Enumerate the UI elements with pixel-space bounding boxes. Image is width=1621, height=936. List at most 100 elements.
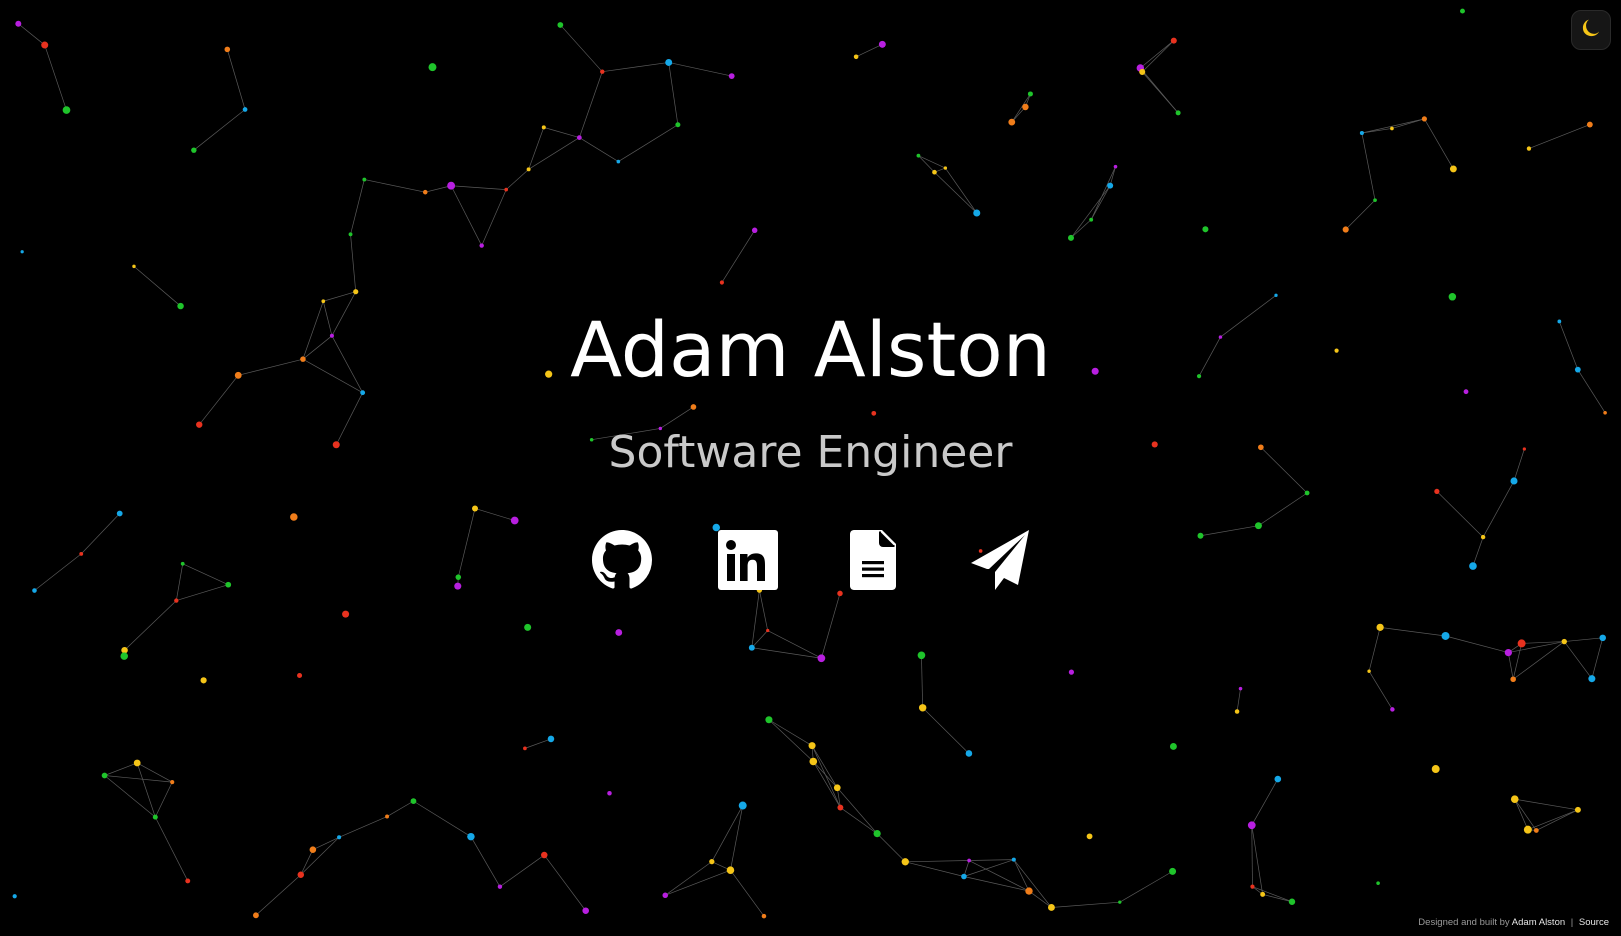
particle-dot xyxy=(1022,103,1029,111)
particle-dot xyxy=(1250,884,1255,889)
particle-dot xyxy=(1169,742,1177,750)
particle-link xyxy=(922,707,970,754)
particle-link xyxy=(450,185,483,246)
particle-dot xyxy=(234,371,242,379)
particle-dot xyxy=(709,859,715,865)
particle-link xyxy=(364,179,426,193)
particle-dot xyxy=(1517,639,1526,648)
particle-dot xyxy=(510,516,519,525)
particle-link xyxy=(837,787,878,834)
contact-link[interactable] xyxy=(970,529,1030,591)
particle-link xyxy=(300,837,340,875)
particle-dot xyxy=(1342,226,1349,233)
particle-dot xyxy=(1025,887,1033,895)
theme-toggle-button[interactable] xyxy=(1571,10,1611,50)
particle-dot xyxy=(133,759,141,767)
particle-dot xyxy=(1107,182,1114,189)
particle-link xyxy=(193,109,246,151)
particle-dot xyxy=(1086,833,1093,840)
particle-dot xyxy=(191,147,197,153)
paper-plane-icon xyxy=(969,529,1031,591)
particle-link xyxy=(154,816,189,882)
particle-dot xyxy=(1258,444,1264,451)
particle-link xyxy=(1236,688,1241,712)
particle-dot xyxy=(447,181,456,190)
particle-dot xyxy=(557,22,564,28)
particle-dot xyxy=(967,858,971,863)
particle-link xyxy=(470,836,501,887)
particle-dot xyxy=(1304,490,1310,496)
github-link[interactable] xyxy=(591,529,652,591)
particle-dot xyxy=(479,243,484,248)
particle-dot xyxy=(918,704,927,712)
linkedin-icon xyxy=(717,530,778,590)
particle-dot xyxy=(1510,477,1518,485)
particle-link xyxy=(730,869,765,917)
particle-link xyxy=(133,266,181,307)
particle-dot xyxy=(523,746,527,751)
particle-dot xyxy=(1067,234,1074,241)
particle-dot xyxy=(582,907,589,915)
particle-dot xyxy=(932,169,937,175)
particle-link xyxy=(154,781,173,818)
particle-dot xyxy=(719,280,724,285)
particle-dot xyxy=(297,871,305,878)
particle-dot xyxy=(1170,37,1177,44)
particle-dot xyxy=(1238,686,1243,691)
particle-dot xyxy=(873,830,881,838)
particle-link xyxy=(1090,185,1111,220)
particle-link xyxy=(1591,637,1604,679)
document-icon xyxy=(849,530,898,590)
particle-dot xyxy=(337,835,342,840)
particle-dot xyxy=(1586,121,1593,128)
particle-dot xyxy=(1274,293,1278,297)
particle-link xyxy=(182,563,229,586)
particle-dot xyxy=(738,801,747,810)
particle-dot xyxy=(1011,857,1016,862)
particle-dot xyxy=(300,356,306,362)
particle-link xyxy=(1051,901,1120,908)
particle-link xyxy=(668,62,732,77)
particle-dot xyxy=(541,125,546,130)
particle-link xyxy=(665,869,731,896)
linkedin-link[interactable] xyxy=(717,529,778,591)
particle-link xyxy=(18,23,45,46)
particle-link xyxy=(1507,652,1514,680)
particle-link xyxy=(602,62,669,73)
particle-dot xyxy=(309,846,317,853)
particle-link xyxy=(963,876,1030,892)
particle-dot xyxy=(1048,904,1055,911)
particle-link xyxy=(350,234,357,292)
particle-link xyxy=(1251,825,1253,887)
particle-link xyxy=(1198,336,1221,377)
particle-dot xyxy=(290,513,298,521)
particle-link xyxy=(969,859,1014,861)
particle-link xyxy=(1070,219,1092,239)
particle-link xyxy=(751,590,760,648)
particle-link xyxy=(1070,185,1111,239)
particle-link xyxy=(1368,627,1381,672)
particle-link xyxy=(124,600,177,651)
particle-dot xyxy=(1449,165,1457,173)
author-link[interactable]: Adam Alston xyxy=(1512,917,1565,928)
particle-dot xyxy=(410,798,417,805)
particle-dot xyxy=(360,390,366,396)
particle-link xyxy=(934,171,978,214)
particle-dot xyxy=(196,421,203,428)
particle-dot xyxy=(541,851,548,859)
source-link[interactable]: Source xyxy=(1579,917,1609,928)
particle-dot xyxy=(1196,374,1202,379)
particle-link xyxy=(80,513,120,555)
particle-dot xyxy=(1463,389,1469,395)
particle-dot xyxy=(837,590,843,597)
particle-dot xyxy=(362,177,367,182)
particle-dot xyxy=(422,189,428,195)
resume-link[interactable] xyxy=(844,529,904,591)
particle-link xyxy=(338,816,388,838)
particle-link xyxy=(918,155,935,173)
particle-dot xyxy=(1448,293,1457,301)
particle-dot xyxy=(455,574,462,580)
particle-dot xyxy=(353,289,359,295)
particle-link xyxy=(499,854,545,887)
particle-link xyxy=(312,836,340,851)
